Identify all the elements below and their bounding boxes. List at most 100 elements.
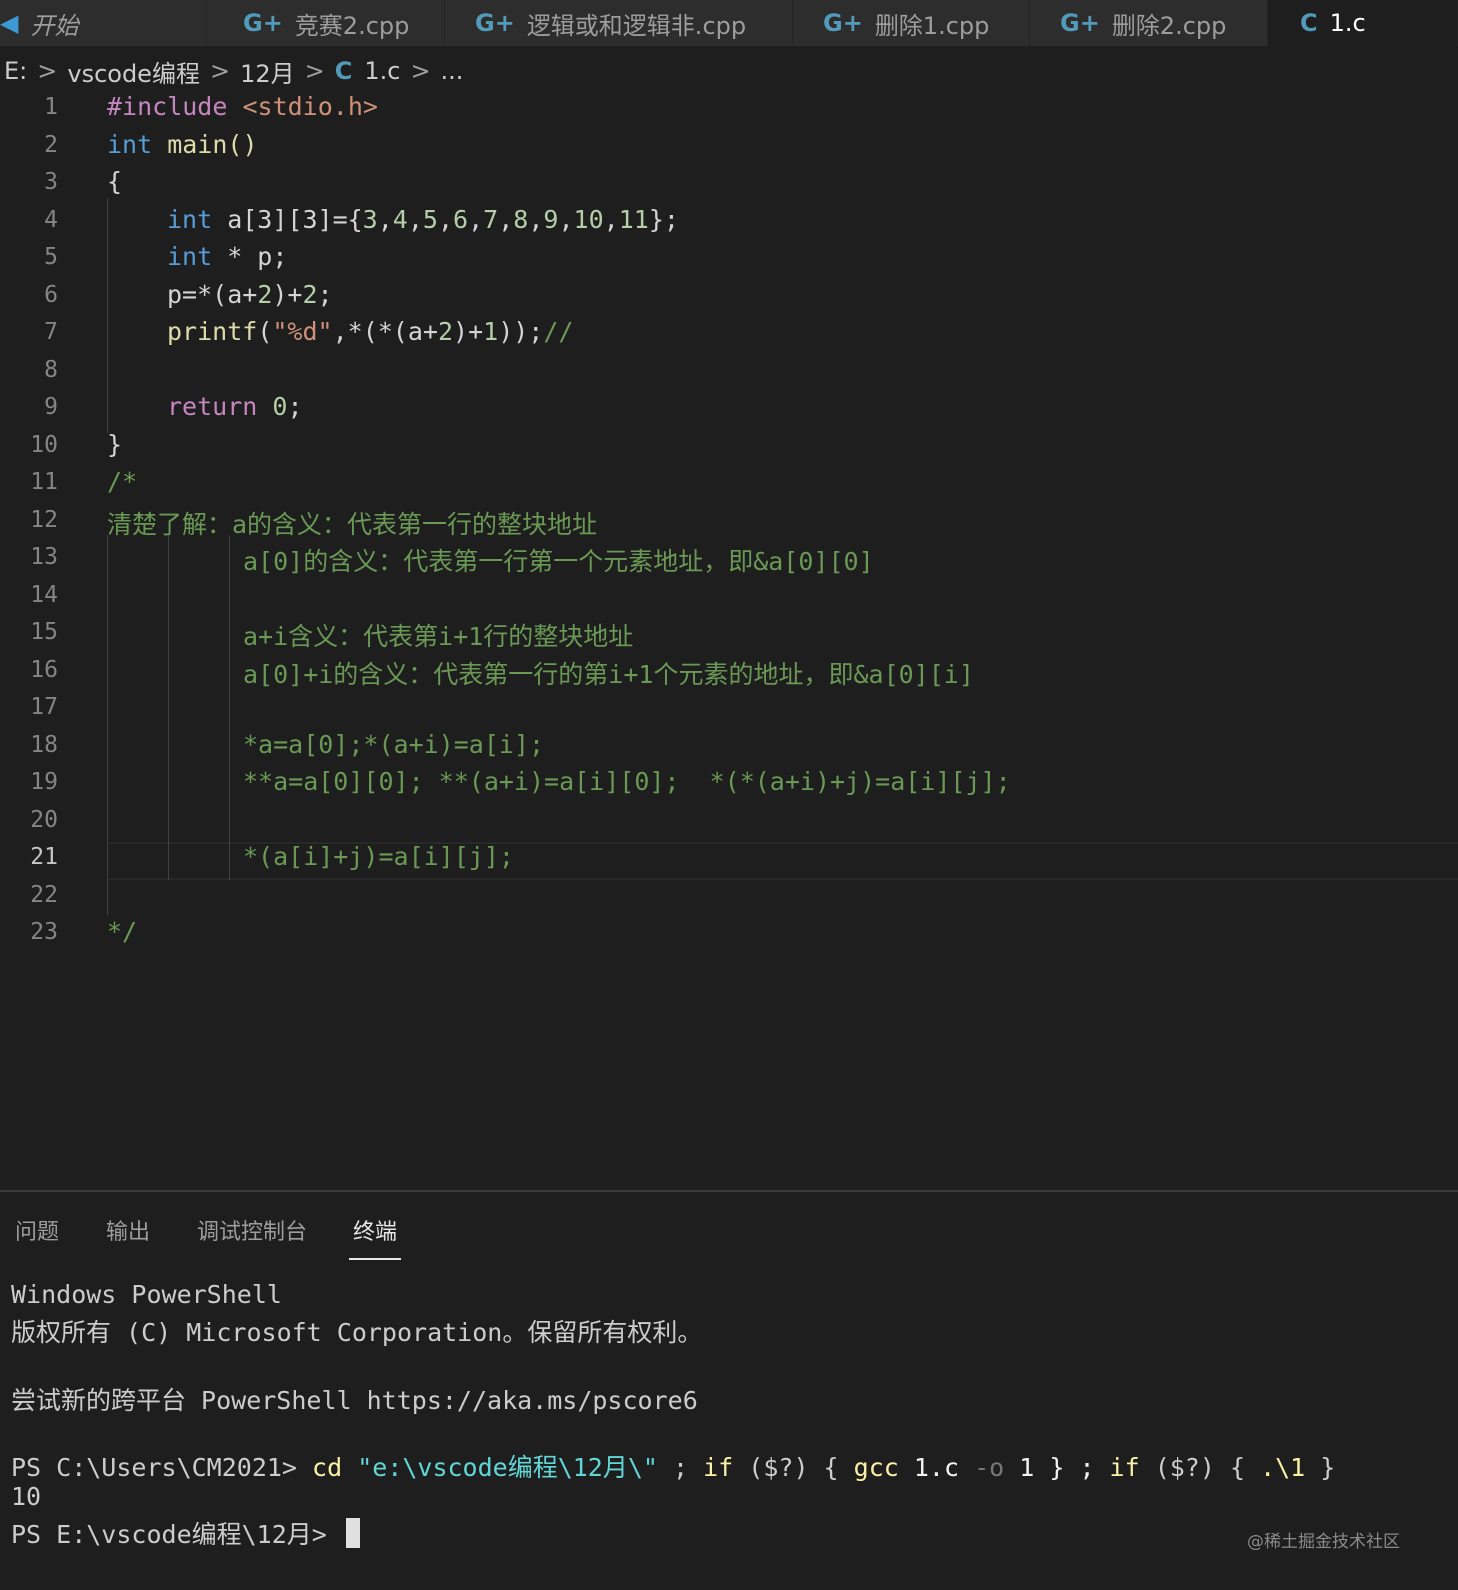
code-line: p=*(a+2)+2; [167,280,333,309]
tab-label: 删除1.cpp [874,11,990,40]
line-number: 17 [30,694,58,720]
line-number: 6 [44,282,58,308]
line-number: 1 [44,94,58,120]
line-number: 14 [30,582,58,608]
chevron-right-icon: > [304,57,325,85]
code-token: 2 [437,317,454,346]
code-token: 2 [302,280,318,309]
tab-delete1-cpp[interactable]: G+ 删除1.cpp [793,0,1030,46]
line-number-current: 21 [30,844,58,870]
code-line: /* [107,467,138,496]
panel-tab-terminal[interactable]: 终端 [353,1214,397,1246]
code-token: )+ [272,280,303,309]
terminal-command-line: PS C:\Users\CM2021> cd "e:\vscode编程\12月\… [11,1448,1335,1484]
terminal-token: ; [657,1453,704,1482]
code-token: 9 [543,205,559,234]
code-token: 0 [272,392,288,421]
chevron-right-icon: > [209,57,231,85]
line-number: 15 [30,619,58,645]
code-token: )+ [453,317,484,346]
code-editor[interactable]: 1 2 3 4 5 6 7 8 9 10 11 12 13 14 15 16 1… [0,90,1458,1190]
line-number: 18 [30,732,58,758]
terminal-token: cd [312,1453,343,1482]
panel-tab-debug-console[interactable]: 调试控制台 [197,1214,307,1246]
editor-tab-bar: ◀ 开始 G+ 竞赛2.cpp G+ 逻辑或和逻辑非.cpp G+ 删除1.cp… [0,0,1458,46]
tab-label: 1.c [1329,9,1366,37]
code-line: a[0]+i的含义：代表第一行的第i+1个元素的地址，即&a[0][i] [243,660,974,689]
terminal-line: Windows PowerShell [11,1280,282,1309]
terminal-token: } [1305,1453,1336,1482]
code-token: #include [107,92,228,121]
terminal-token: 1 } ; [1004,1453,1110,1482]
code-token: printf [167,317,258,346]
line-number: 7 [44,319,58,345]
tab-label: 竞赛2.cpp [294,11,410,40]
code-line: return 0; [167,392,303,421]
tab-welcome[interactable]: ◀ 开始 [0,0,207,46]
code-line: a+i含义：代表第i+1行的整块地址 [243,622,634,651]
line-number: 3 [44,169,58,195]
line-number: 9 [44,394,58,420]
panel-tab-problems[interactable]: 问题 [15,1214,59,1246]
code-token: 10 [573,205,604,234]
breadcrumb-drive[interactable]: E: [4,57,27,85]
indent-guide [229,535,230,880]
code-token: , [377,205,393,234]
cpp-file-icon: G+ [243,9,283,37]
code-line: a[0]的含义：代表第一行第一个元素地址，即&a[0][0] [243,547,874,576]
breadcrumb-symbols[interactable]: ... [441,57,464,85]
code-token: 8 [513,205,529,234]
code-token: 4 [392,205,408,234]
code-token: , [528,205,544,234]
code-line: { [107,167,123,196]
terminal-prompt-line: PS E:\vscode编程\12月> [11,1515,360,1551]
code-token: ,*(*(a+ [332,317,438,346]
code-token: ; [287,392,303,421]
chevron-right-icon: > [410,57,431,85]
line-number: 2 [44,132,58,158]
code-line: */ [107,917,138,946]
code-token: "%d" [272,317,333,346]
line-number: 19 [30,769,58,795]
code-token: , [437,205,454,234]
code-token: int [107,130,153,159]
tab-delete2-cpp[interactable]: G+ 删除2.cpp [1030,0,1268,46]
code-token: , [498,205,514,234]
code-token: // [543,317,574,346]
code-token: int [167,242,213,271]
terminal-cursor [345,1518,360,1548]
tab-1-c[interactable]: C 1.c [1268,0,1458,46]
code-line: *a=a[0];*(a+i)=a[i]; [243,730,545,759]
indent-guide [107,535,108,915]
code-token: <stdio.h> [227,92,378,121]
indent-guide [168,535,169,880]
tab-logic-cpp[interactable]: G+ 逻辑或和逻辑非.cpp [445,0,793,46]
tab-contest2-cpp[interactable]: G+ 竞赛2.cpp [207,0,445,46]
cpp-file-icon: G+ [475,9,515,37]
code-token: 6 [453,205,469,234]
tab-label: 开始 [30,11,79,40]
code-line: int main() [107,130,258,159]
code-token: 2 [257,280,273,309]
code-token: , [603,205,619,234]
c-file-icon: C [334,57,353,85]
breadcrumb: E: > vscode编程 > 12月 > C 1.c > ... [4,52,463,90]
code-token: 7 [483,205,499,234]
code-line: } [107,430,123,459]
c-file-icon: C [1300,9,1318,37]
bottom-panel: 问题 输出 调试控制台 终端 Windows PowerShell 版权所有 (… [0,1190,1458,1590]
line-number: 11 [30,469,58,495]
code-line: *(a[i]+j)=a[i][j]; [243,842,514,871]
terminal-output: 10 [11,1482,42,1511]
code-line: int * p; [167,242,287,271]
code-line: printf("%d",*(*(a+2)+1));// [167,317,573,346]
line-number: 12 [30,507,58,533]
breadcrumb-file[interactable]: 1.c [364,57,400,85]
line-number: 23 [30,919,58,945]
breadcrumb-folder[interactable]: 12月 [240,54,295,89]
terminal-token: .\1 [1260,1453,1306,1482]
terminal-prompt: PS E:\vscode编程\12月> [11,1520,342,1549]
panel-tab-output[interactable]: 输出 [106,1214,150,1246]
breadcrumb-folder[interactable]: vscode编程 [67,54,200,89]
